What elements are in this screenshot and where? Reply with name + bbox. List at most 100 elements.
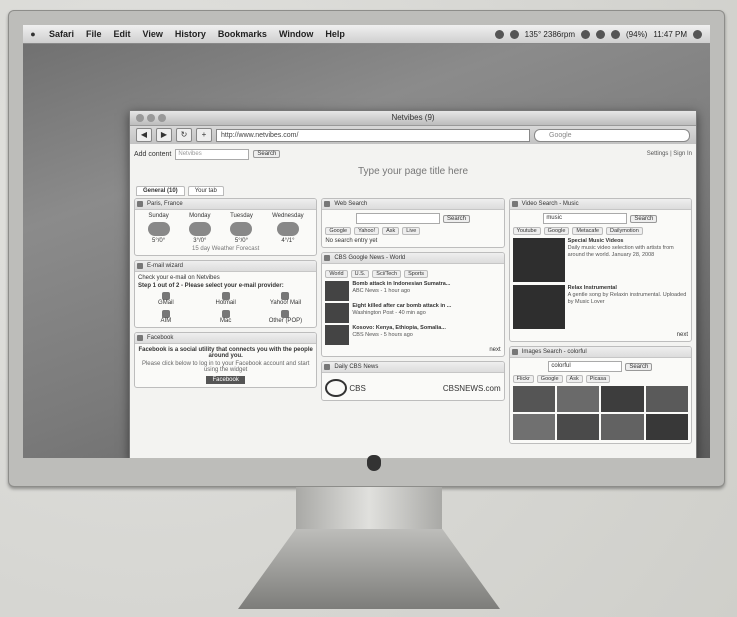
video-search-button[interactable]: Search: [630, 214, 658, 223]
image-thumbnail[interactable]: [556, 414, 600, 440]
video-widget-header[interactable]: Video Search - Music: [509, 199, 691, 210]
source-picasa[interactable]: Picasa: [585, 375, 611, 383]
image-search-input[interactable]: colorful: [548, 361, 623, 372]
web-search-header[interactable]: Web Search: [322, 199, 504, 210]
provider-mac[interactable]: Mac: [198, 310, 254, 324]
image-search-button[interactable]: Search: [625, 362, 653, 371]
settings-signin-links[interactable]: Settings | Sign In: [647, 151, 692, 157]
engine-yahoo[interactable]: Yahoo!: [354, 227, 380, 235]
temp-readout[interactable]: 135° 2386rpm: [525, 30, 575, 39]
provider-yahoo[interactable]: Yahoo! Mail: [258, 292, 314, 306]
news-tab-world[interactable]: World: [325, 270, 348, 278]
provider-other[interactable]: Other (POP): [258, 310, 314, 324]
news-tab-us[interactable]: U.S.: [350, 270, 370, 278]
image-thumbnail[interactable]: [645, 414, 688, 440]
facebook-login-button[interactable]: Facebook: [206, 376, 245, 384]
tab-your-tab[interactable]: Your tab: [187, 186, 224, 196]
temp-value: 3°/0°: [193, 238, 207, 244]
web-search-input[interactable]: [355, 213, 440, 224]
menu-window[interactable]: Window: [273, 29, 319, 39]
news-item[interactable]: Eight killed after car bomb attack in ..…: [325, 303, 500, 323]
menu-edit[interactable]: Edit: [108, 29, 137, 39]
weather-widget-header[interactable]: Paris, France: [135, 199, 317, 210]
provider-gmail[interactable]: GMail: [138, 292, 194, 306]
status-icon[interactable]: [494, 29, 504, 39]
menu-history[interactable]: History: [169, 29, 212, 39]
news-tab-sports[interactable]: Sports: [404, 270, 428, 278]
news-item[interactable]: Kosovo: Kenya, Ethiopia, Somalia... CBS N…: [325, 325, 500, 345]
video-title[interactable]: Relax Instrumental: [568, 285, 617, 291]
menu-view[interactable]: View: [137, 29, 169, 39]
battery-readout[interactable]: (94%): [626, 30, 647, 39]
news-headline[interactable]: Eight killed after car bomb attack in ..…: [352, 303, 451, 309]
reload-icon[interactable]: ↻: [176, 128, 192, 142]
cbs-widget-header[interactable]: Daily CBS News: [322, 362, 504, 373]
source-dailymotion[interactable]: Dailymotion: [606, 227, 643, 235]
volume-icon[interactable]: [611, 29, 620, 39]
news-next-link[interactable]: next: [325, 347, 500, 353]
add-bookmark-button[interactable]: +: [196, 128, 212, 142]
news-item[interactable]: Bomb attack in Indonesian Sumatra... ABC …: [325, 281, 500, 301]
page-search-button[interactable]: Search: [253, 150, 281, 158]
video-search-input[interactable]: music: [543, 213, 628, 224]
bluetooth-icon[interactable]: [581, 29, 590, 39]
engine-google[interactable]: Google: [325, 227, 352, 235]
window-titlebar[interactable]: Netvibes (9): [130, 111, 696, 126]
engine-live[interactable]: Live: [402, 227, 421, 235]
wifi-icon[interactable]: [596, 29, 605, 39]
source-flickr[interactable]: Flickr: [512, 375, 534, 383]
image-thumbnail[interactable]: [645, 386, 688, 412]
page-title[interactable]: Type your page title here: [130, 166, 696, 177]
news-widget-header[interactable]: CBS Google News - World: [322, 253, 504, 264]
tab-general[interactable]: General (10): [136, 186, 185, 196]
provider-hotmail[interactable]: Hotmail: [198, 292, 254, 306]
image-thumbnail[interactable]: [512, 414, 555, 440]
video-next-link[interactable]: next: [513, 332, 688, 338]
image-thumbnail[interactable]: [601, 414, 644, 440]
image-source-tabs: Flickr Google Ask Picasa: [512, 375, 688, 383]
video-thumbnail[interactable]: [512, 238, 565, 282]
image-thumbnail[interactable]: [512, 386, 555, 412]
source-metacafe[interactable]: Metacafe: [572, 227, 604, 235]
address-bar[interactable]: http://www.netvibes.com/: [216, 128, 530, 142]
clock[interactable]: 11:47 PM: [653, 30, 687, 39]
cbs-banner[interactable]: CBS CBSNEWS.com: [322, 376, 503, 400]
image-thumbnail[interactable]: [556, 386, 600, 412]
facebook-widget-header[interactable]: Facebook: [135, 333, 317, 344]
page-search-input[interactable]: Netvibes: [175, 148, 250, 160]
google-search-field[interactable]: Google: [534, 128, 690, 142]
image-widget-header[interactable]: Images Search - colorful: [509, 347, 691, 358]
menu-bookmarks[interactable]: Bookmarks: [212, 29, 273, 39]
source-google[interactable]: Google: [536, 375, 563, 383]
back-button[interactable]: ◀: [136, 128, 152, 142]
menu-safari[interactable]: Safari: [43, 29, 80, 39]
widget-title: Web Search: [334, 201, 368, 207]
apple-menu-icon[interactable]: ●: [23, 29, 43, 39]
status-icon[interactable]: [509, 29, 519, 39]
forecast-link[interactable]: 15 day Weather Forecast: [138, 246, 313, 252]
news-tab-scitech[interactable]: Sci/Tech: [372, 270, 402, 278]
video-title[interactable]: Special Music Videos: [568, 238, 624, 244]
provider-aim[interactable]: AIM: [138, 310, 194, 324]
news-headline[interactable]: Kosovo: Kenya, Ethiopia, Somalia...: [352, 325, 446, 331]
menu-file[interactable]: File: [80, 29, 108, 39]
web-search-button[interactable]: Search: [442, 214, 470, 223]
zoom-button[interactable]: [158, 114, 166, 122]
video-item[interactable]: Special Music Videos Daily music video se…: [512, 238, 688, 282]
add-content-link[interactable]: Add content: [134, 151, 171, 158]
source-youtube[interactable]: Youtube: [512, 227, 541, 235]
menu-help[interactable]: Help: [319, 29, 351, 39]
spotlight-icon[interactable]: [693, 29, 702, 39]
news-headline[interactable]: Bomb attack in Indonesian Sumatra...: [352, 281, 450, 287]
source-ask[interactable]: Ask: [565, 375, 583, 383]
image-thumbnail[interactable]: [601, 386, 644, 412]
close-button[interactable]: [136, 114, 144, 122]
email-widget-header[interactable]: E-mail wizard: [135, 261, 317, 272]
video-thumbnail[interactable]: [512, 285, 565, 329]
source-google[interactable]: Google: [543, 227, 570, 235]
forward-button[interactable]: ▶: [156, 128, 172, 142]
minimize-button[interactable]: [147, 114, 155, 122]
engine-ask[interactable]: Ask: [382, 227, 400, 235]
video-item[interactable]: Relax Instrumental A gentle song by Relax…: [512, 285, 688, 329]
aim-icon: [161, 310, 170, 318]
